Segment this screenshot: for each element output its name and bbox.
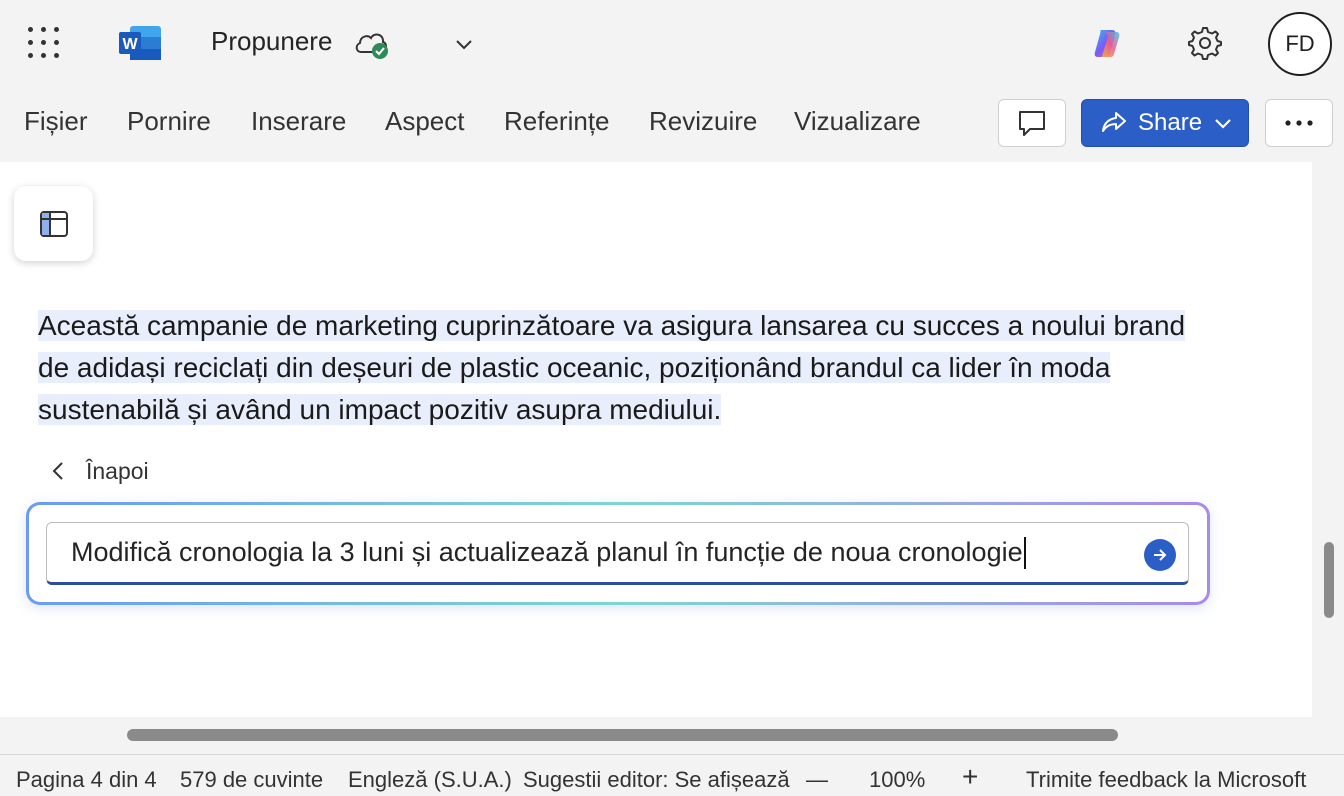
avatar[interactable]: FD <box>1268 12 1332 76</box>
paragraph-line: de adidași reciclați din deșeuri de plas… <box>38 352 1111 383</box>
tab-insert[interactable]: Inserare <box>251 106 346 137</box>
language[interactable]: Engleză (S.U.A.) <box>348 767 512 793</box>
paragraph-line: sustenabilă și având un impact pozitiv a… <box>38 394 722 425</box>
tab-references[interactable]: Referințe <box>504 106 610 137</box>
back-button[interactable]: Înapoi <box>48 452 149 490</box>
copilot-icon[interactable] <box>1088 24 1126 62</box>
gear-icon[interactable] <box>1186 24 1224 62</box>
send-button[interactable] <box>1144 539 1176 571</box>
navigation-pane-icon <box>39 210 68 237</box>
tab-review[interactable]: Revizuire <box>649 106 757 137</box>
tab-layout[interactable]: Aspect <box>385 106 465 137</box>
page-count[interactable]: Pagina 4 din 4 <box>16 767 157 793</box>
svg-text:W: W <box>122 36 138 53</box>
document-canvas[interactable] <box>0 162 1312 717</box>
arrow-right-icon <box>1154 549 1167 561</box>
chevron-left-icon <box>52 462 63 480</box>
vertical-scrollbar[interactable] <box>1324 542 1334 618</box>
text-caret <box>1023 536 1026 569</box>
prompt-text: Modifică cronologia la 3 luni și actuali… <box>71 537 1023 567</box>
word-logo-icon[interactable]: W <box>118 25 162 61</box>
share-label: Share <box>1138 109 1203 136</box>
app-launcher-icon[interactable] <box>28 27 60 59</box>
comments-button[interactable] <box>998 99 1066 147</box>
chevron-down-icon[interactable] <box>451 32 477 58</box>
share-icon <box>1102 112 1126 132</box>
status-bar: Pagina 4 din 4 579 de cuvinte Engleză (S… <box>0 754 1344 796</box>
share-button[interactable]: Share <box>1081 99 1249 147</box>
zoom-out-button[interactable]: — <box>806 767 828 793</box>
zoom-level[interactable]: 100% <box>869 767 925 793</box>
document-title[interactable]: Propunere <box>211 26 332 57</box>
selected-paragraph[interactable]: Această campanie de marketing cuprinzăto… <box>38 305 1268 431</box>
prompt-input[interactable]: Modifică cronologia la 3 luni și actuali… <box>46 522 1189 585</box>
title-bar: W Propunere FD <box>0 0 1344 88</box>
tab-home[interactable]: Pornire <box>127 106 211 137</box>
more-icon <box>1285 120 1313 126</box>
cloud-saved-icon[interactable] <box>353 26 393 62</box>
back-label: Înapoi <box>86 457 149 484</box>
more-options-button[interactable] <box>1265 99 1333 147</box>
zoom-in-button[interactable]: + <box>962 761 978 793</box>
chevron-down-icon <box>1215 119 1231 129</box>
copilot-prompt-box: Modifică cronologia la 3 luni și actuali… <box>26 502 1210 605</box>
tab-view[interactable]: Vizualizare <box>794 106 921 137</box>
navigation-pane-button[interactable] <box>14 186 93 261</box>
editor-suggestions[interactable]: Sugestii editor: Se afișează <box>523 767 790 793</box>
word-count[interactable]: 579 de cuvinte <box>180 767 323 793</box>
paragraph-line: Această campanie de marketing cuprinzăto… <box>38 310 1186 341</box>
feedback-link[interactable]: Trimite feedback la Microsoft <box>1026 767 1306 793</box>
comment-icon <box>1019 111 1045 136</box>
tab-file[interactable]: Fișier <box>24 106 88 137</box>
horizontal-scrollbar[interactable] <box>127 729 1118 741</box>
